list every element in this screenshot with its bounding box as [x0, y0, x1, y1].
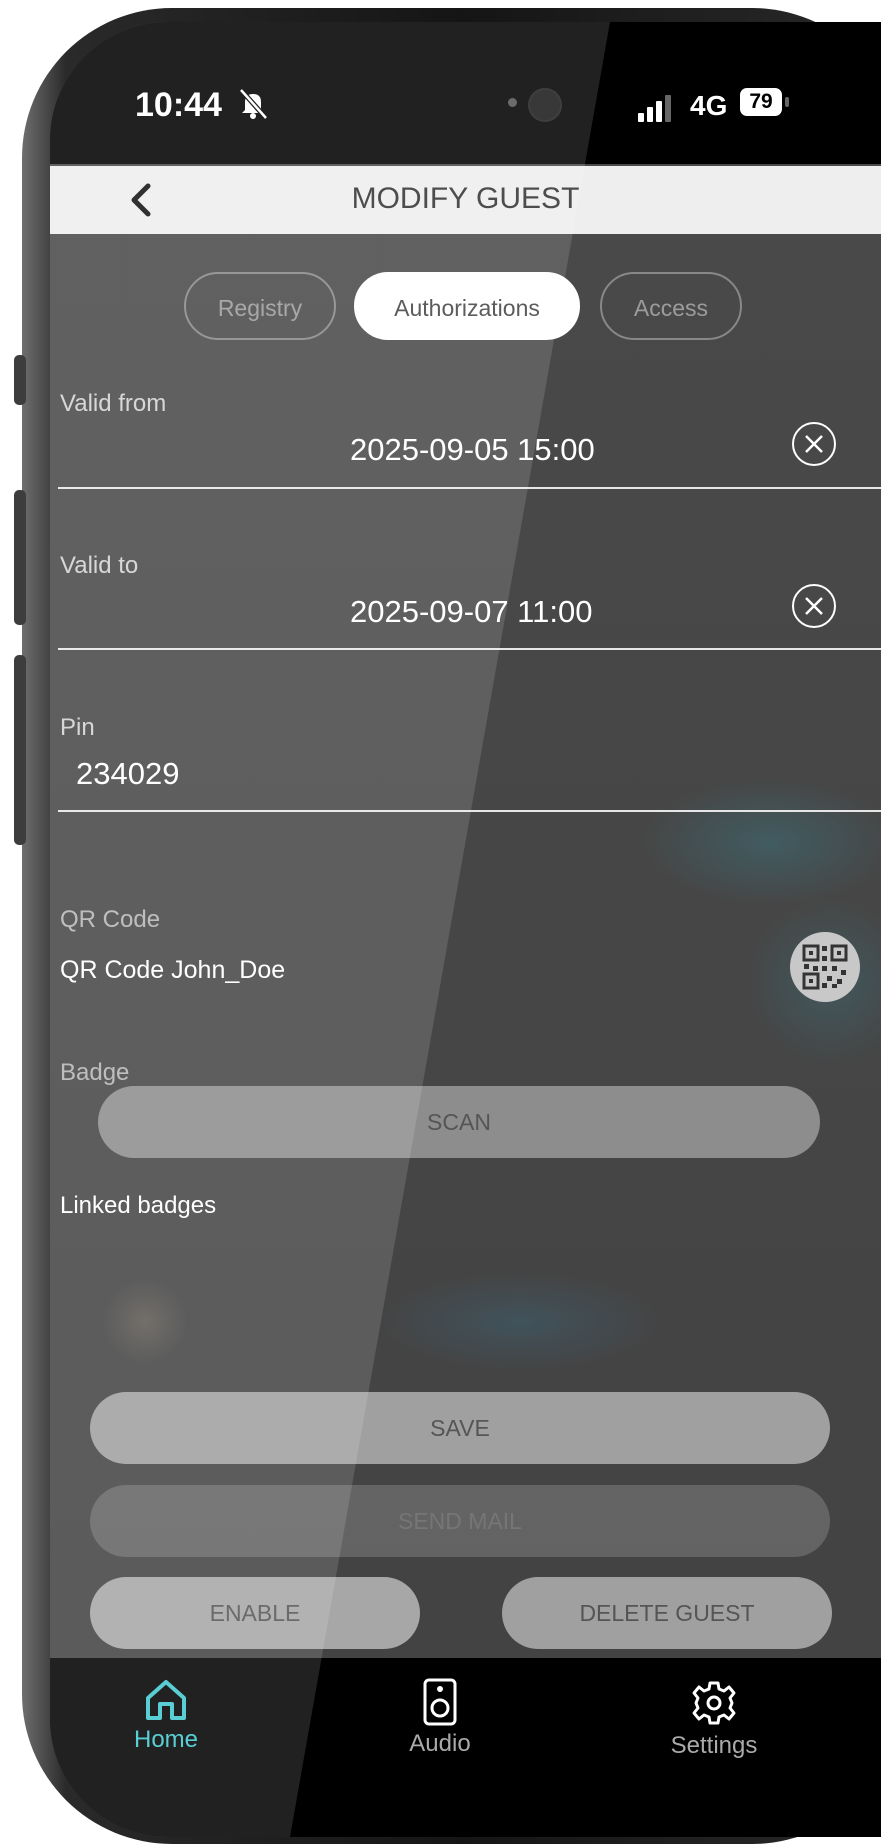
status-bar: 10:44 4G 79	[50, 22, 881, 164]
valid-from-value[interactable]: 2025-09-05 15:00	[350, 432, 595, 468]
valid-to-value[interactable]: 2025-09-07 11:00	[350, 594, 592, 630]
pin-underline	[58, 810, 881, 812]
nav-audio-label: Audio	[409, 1730, 471, 1757]
nav-home[interactable]: Home	[86, 1678, 246, 1754]
front-camera	[528, 88, 562, 122]
nav-settings-label: Settings	[670, 1732, 758, 1759]
delete-guest-button[interactable]: DELETE GUEST	[502, 1577, 832, 1649]
close-icon	[805, 435, 823, 453]
gear-icon	[692, 1681, 736, 1725]
valid-to-label: Valid to	[60, 552, 139, 579]
tab-registry[interactable]: Registry	[184, 272, 336, 340]
clear-valid-from-button[interactable]	[792, 422, 836, 466]
valid-to-underline	[58, 648, 881, 650]
clear-valid-to-button[interactable]	[792, 584, 836, 628]
tab-authorizations[interactable]: Authorizations	[354, 272, 580, 340]
tab-bar: Registry Authorizations Access	[50, 272, 881, 344]
tab-access[interactable]: Access	[600, 272, 742, 340]
pin-input[interactable]: 234029	[76, 756, 179, 792]
speaker-icon	[423, 1678, 457, 1726]
qr-code-button[interactable]	[790, 932, 860, 1002]
network-type: 4G	[690, 90, 728, 121]
battery-icon	[785, 97, 789, 107]
page-title: MODIFY GUEST	[351, 182, 580, 215]
linked-badges-label: Linked badges	[60, 1192, 217, 1219]
close-icon	[805, 597, 823, 615]
enable-button[interactable]: ENABLE	[90, 1577, 420, 1649]
send-mail-button[interactable]: SEND MAIL	[90, 1485, 830, 1557]
save-button[interactable]: SAVE	[90, 1392, 830, 1464]
qr-code-label: QR Code	[60, 906, 161, 933]
nav-audio[interactable]: Audio	[360, 1678, 520, 1758]
mute-switch	[14, 355, 26, 405]
volume-down-button	[14, 655, 26, 845]
sensor-dot	[508, 98, 517, 107]
nav-home-label: Home	[133, 1726, 199, 1753]
qr-code-icon	[802, 944, 848, 990]
badge-label: Badge	[60, 1059, 130, 1086]
qr-code-value: QR Code John_Doe	[60, 956, 286, 984]
header-bar: MODIFY GUEST	[50, 166, 881, 234]
bottom-nav: Home Audio Settings	[50, 1658, 881, 1837]
scan-button[interactable]: SCAN	[98, 1086, 820, 1158]
pin-label: Pin	[60, 714, 95, 741]
home-icon	[146, 1680, 186, 1720]
status-time: 10:44	[135, 86, 222, 124]
volume-up-button	[14, 490, 26, 625]
screen: 10:44 4G 79 MODIFY GUEST Registry Author…	[50, 22, 881, 1837]
battery-level: 79	[740, 88, 782, 116]
nav-settings[interactable]: Settings	[634, 1678, 794, 1760]
bell-slash-icon	[239, 88, 268, 120]
signal-icon	[638, 94, 678, 122]
valid-from-underline	[58, 487, 881, 489]
valid-from-label: Valid from	[60, 390, 167, 417]
